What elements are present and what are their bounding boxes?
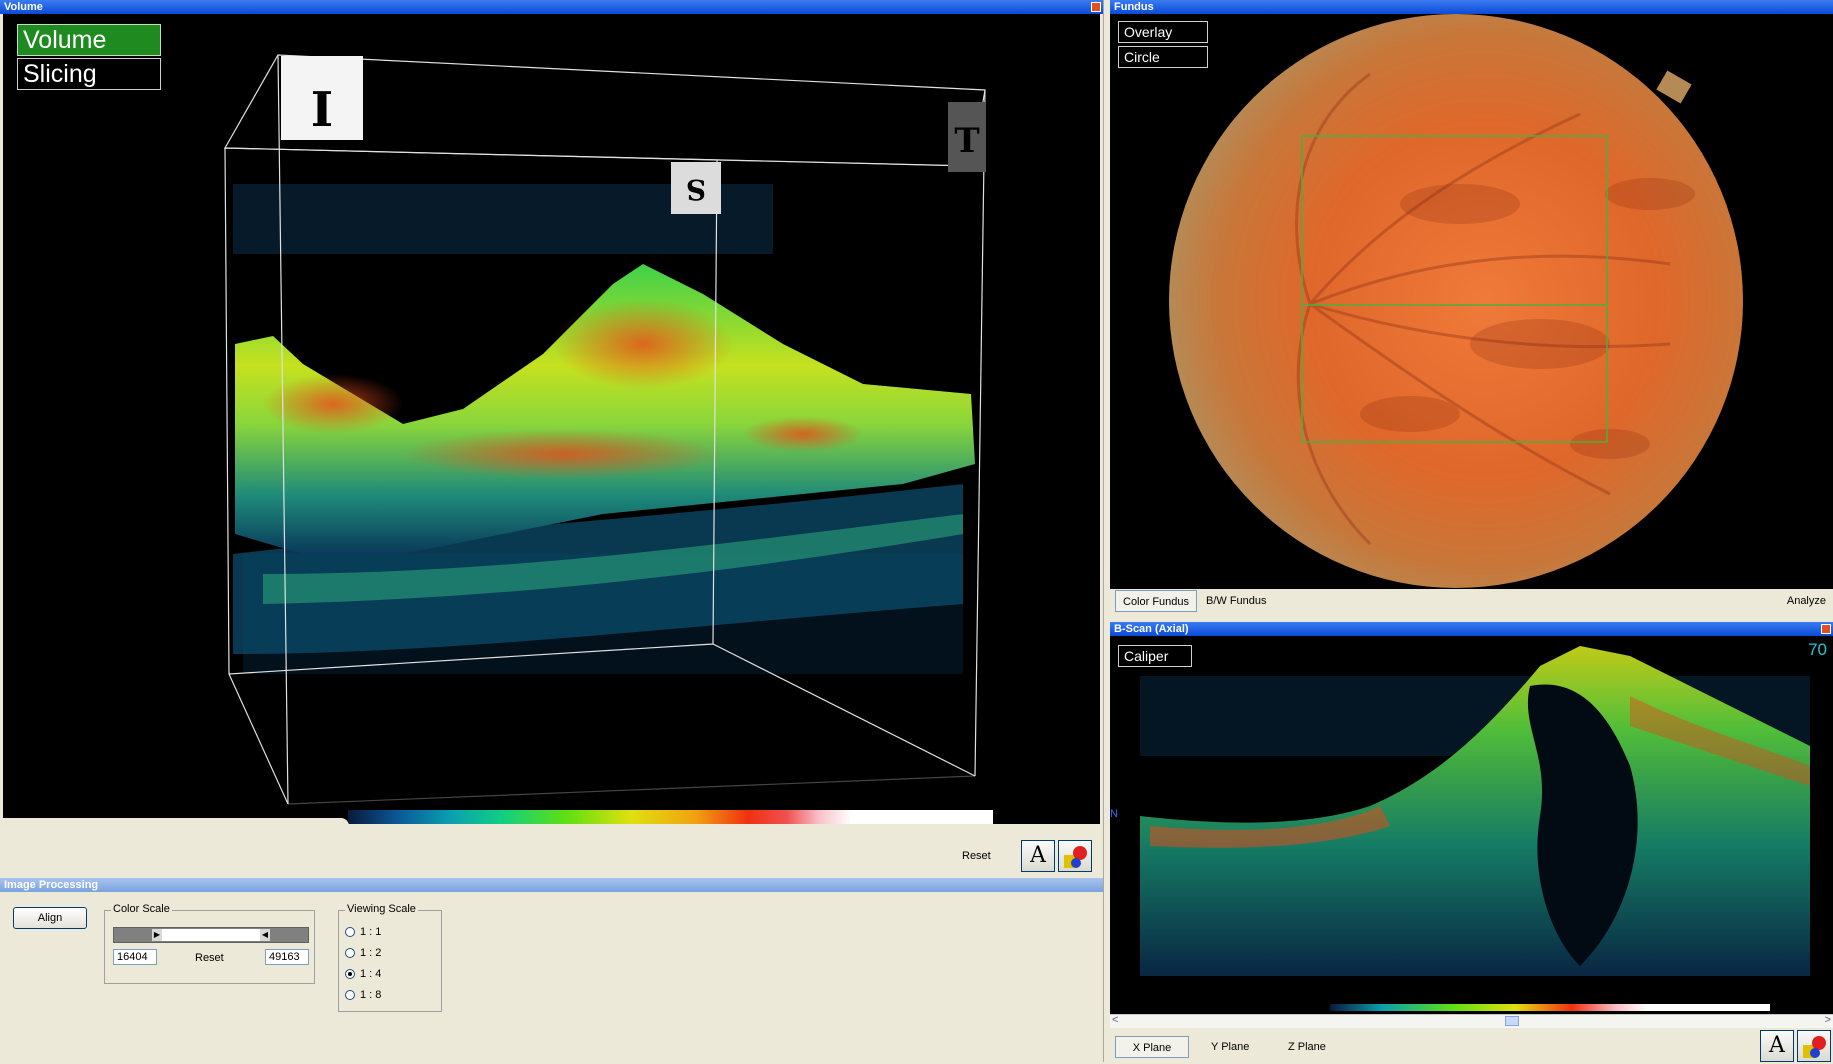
tab-bw-fundus[interactable]: B/W Fundus [1199,590,1274,612]
text-tool-icon: A [1769,1033,1785,1058]
circle-button[interactable]: Circle [1118,46,1208,68]
volume-render: I S T [223,54,993,824]
image-processing-panel: Image Processing Align Color Scale ▶ ◀ 1… [0,878,1103,1062]
volume-progress-tab [3,818,349,828]
bscan-scrollbar[interactable]: < > [1110,1014,1833,1028]
bscan-viewport[interactable]: Caliper 70 N [1110,636,1833,1014]
radio-icon [345,948,355,959]
color-scale-slider[interactable]: ▶ ◀ [113,927,309,943]
viewing-scale-option-label: 1 : 1 [360,926,382,938]
text-tool-icon: A [1030,843,1046,868]
radio-selected-icon [345,969,355,980]
tab-y-plane[interactable]: Y Plane [1204,1036,1256,1058]
viewing-scale-group: Viewing Scale 1 : 1 1 : 2 1 : 4 1 : 8 [338,903,442,1012]
tab-color-fundus[interactable]: Color Fundus [1115,590,1198,612]
bscan-scroll-thumb[interactable] [1505,1016,1519,1026]
mode-volume-button[interactable]: Volume [17,24,161,56]
overlay-button[interactable]: Overlay [1118,21,1208,43]
image-processing-titlebar: Image Processing [0,878,1103,892]
caliper-button[interactable]: Caliper [1118,645,1192,667]
viewing-scale-option-label: 1 : 2 [360,947,382,959]
volume-color-bar [348,810,993,824]
close-icon[interactable] [1821,624,1831,634]
viewing-scale-option-1-4[interactable]: 1 : 4 [345,967,381,981]
slice-number: 70 [1808,640,1827,659]
align-button[interactable]: Align [13,907,87,929]
scroll-right-icon[interactable]: > [1825,1014,1831,1026]
radio-icon [345,927,355,938]
scroll-left-icon[interactable]: < [1112,1014,1118,1026]
color-tool-button[interactable] [1058,840,1092,872]
viewing-scale-option-label: 1 : 4 [360,968,382,980]
volume-viewport[interactable]: I S T Volume Slicing [3,14,1100,824]
fundus-viewport[interactable]: Overlay Circle [1110,14,1833,589]
marker-inferior: I [311,82,333,138]
mode-slicing-button[interactable]: Slicing [17,58,161,90]
viewing-scale-option-1-2[interactable]: 1 : 2 [345,946,381,960]
color-scale-group: Color Scale ▶ ◀ 16404 Reset 49163 [104,903,315,984]
analyze-button[interactable]: Analyze [1780,590,1833,612]
volume-title: Volume [4,1,43,13]
tab-z-plane[interactable]: Z Plane [1281,1036,1333,1058]
fundus-image [1169,14,1743,588]
bscan-text-tool-button[interactable]: A [1760,1030,1794,1062]
color-tool-icon [1803,1036,1826,1058]
volume-titlebar: Volume [0,0,1103,14]
marker-temporal: T [954,121,979,161]
volume-panel: Volume I S T Volume Slicing Reset A [0,0,1103,873]
viewing-scale-option-1-1[interactable]: 1 : 1 [345,925,381,939]
text-tool-button[interactable]: A [1021,840,1055,872]
color-scale-max-field[interactable]: 49163 [265,949,309,965]
bscan-title: B-Scan (Axial) [1114,623,1189,635]
fundus-title: Fundus [1114,1,1154,13]
viewing-scale-option-label: 1 : 8 [360,989,382,1001]
close-icon[interactable] [1091,2,1101,12]
bscan-image [1140,646,1810,1011]
bscan-titlebar: B-Scan (Axial) [1110,622,1833,636]
radio-icon [345,990,355,1001]
color-scale-reset-label[interactable]: Reset [195,952,224,964]
fundus-panel: Fundus Overlay Circle Color Fundus B/W F… [1110,0,1833,618]
color-tool-icon [1064,846,1087,868]
viewing-scale-legend: Viewing Scale [345,903,418,915]
bscan-panel: B-Scan (Axial) Caliper 70 N < > X Plane … [1110,622,1833,1062]
color-scale-min-field[interactable]: 16404 [113,949,157,965]
color-scale-range [162,929,260,941]
color-scale-left-thumb[interactable]: ▶ [152,929,162,941]
fundus-titlebar: Fundus [1110,0,1833,14]
nasal-side-label: N [1110,808,1118,820]
volume-reset-label[interactable]: Reset [962,850,991,862]
bscan-color-bar [1330,1004,1770,1011]
image-processing-title: Image Processing [4,879,99,891]
color-scale-legend: Color Scale [111,903,172,915]
color-scale-right-thumb[interactable]: ◀ [260,929,270,941]
tab-x-plane[interactable]: X Plane [1115,1036,1189,1058]
viewing-scale-option-1-8[interactable]: 1 : 8 [345,988,381,1002]
marker-superior: S [686,173,706,206]
bscan-color-tool-button[interactable] [1797,1030,1831,1062]
